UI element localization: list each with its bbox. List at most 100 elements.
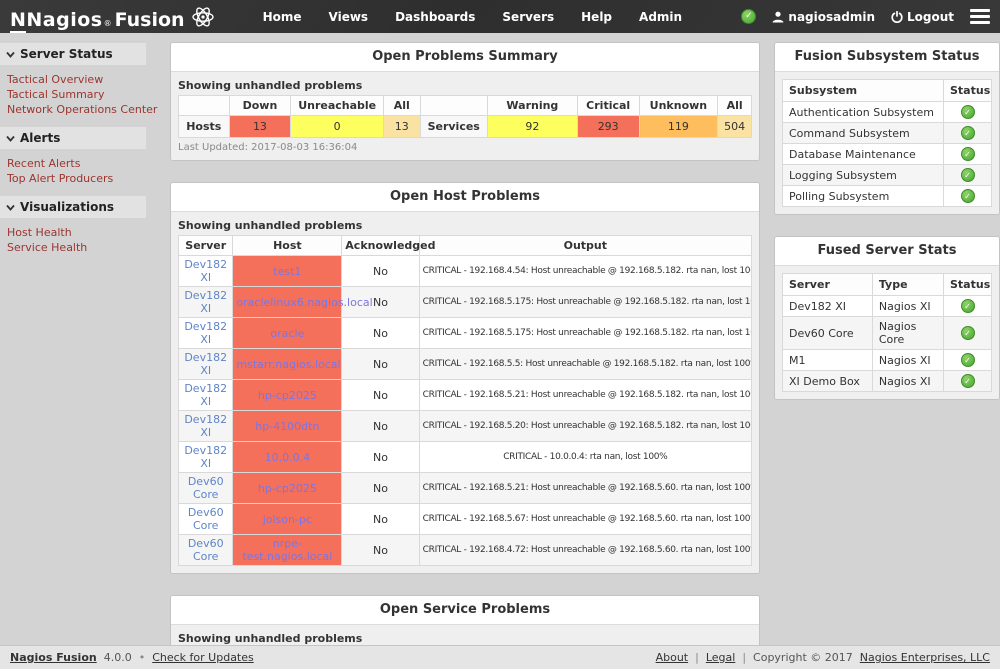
- server-link[interactable]: Dev182 XI: [184, 320, 227, 346]
- col-server: Server: [179, 236, 233, 256]
- server-stats-table: Server Type Status Dev182 XI Nagios XI ✓…: [782, 273, 992, 392]
- host-link[interactable]: oracle: [270, 327, 304, 340]
- logout-label: Logout: [907, 10, 954, 24]
- check-for-updates-link[interactable]: Check for Updates: [152, 651, 254, 664]
- panel-title: Open Host Problems: [171, 183, 759, 211]
- ack-value: No: [342, 380, 419, 411]
- sidebar-section-alerts[interactable]: Alerts: [0, 127, 146, 149]
- main-content: Open Problems Summary Showing unhandled …: [170, 33, 760, 669]
- col-output: Output: [419, 236, 751, 256]
- output-text: CRITICAL - 192.168.5.67: Host unreachabl…: [419, 504, 751, 535]
- server-link[interactable]: Dev182 XI: [184, 289, 227, 315]
- output-text: CRITICAL - 192.168.4.72: Host unreachabl…: [419, 535, 751, 566]
- power-icon: [891, 11, 903, 23]
- sidebar-section-visualizations[interactable]: Visualizations: [0, 196, 146, 218]
- legal-link[interactable]: Legal: [706, 651, 735, 664]
- output-text: CRITICAL - 192.168.5.21: Host unreachabl…: [419, 380, 751, 411]
- panel-title: Fusion Subsystem Status: [775, 43, 999, 71]
- server-link[interactable]: Dev182 XI: [184, 351, 227, 377]
- hosts-all-count[interactable]: 13: [384, 116, 421, 138]
- table-row: Database Maintenance ✓: [783, 144, 992, 165]
- user-menu[interactable]: nagiosadmin: [772, 10, 875, 24]
- table-row: Dev60 Core hp-cp2025 No CRITICAL - 192.1…: [179, 473, 752, 504]
- col-acknowledged: Acknowledged: [342, 236, 419, 256]
- nav-item-admin[interactable]: Admin: [639, 10, 682, 24]
- server-type: Nagios XI: [872, 350, 943, 371]
- about-link[interactable]: About: [656, 651, 689, 664]
- host-link[interactable]: hp-cp2025: [258, 482, 317, 495]
- subsystem-name: Command Subsystem: [783, 123, 944, 144]
- host-link[interactable]: mstarr.nagios.local: [236, 358, 340, 371]
- server-type: Nagios XI: [872, 296, 943, 317]
- col-services-all: All: [718, 96, 752, 116]
- user-icon: [772, 11, 784, 23]
- table-row: Dev60 Core nrpe-test.nagios.local No CRI…: [179, 535, 752, 566]
- output-text: CRITICAL - 192.168.4.54: Host unreachabl…: [419, 256, 751, 287]
- table-row: Authentication Subsystem ✓: [783, 102, 992, 123]
- services-warning-count[interactable]: 92: [487, 116, 577, 138]
- services-unknown-count[interactable]: 119: [639, 116, 718, 138]
- col-down: Down: [229, 96, 291, 116]
- sidebar-item-tactical-overview[interactable]: Tactical Overview: [7, 72, 170, 87]
- sidebar-item-network-operations-center[interactable]: Network Operations Center: [7, 102, 170, 117]
- hosts-label: Hosts: [179, 116, 230, 138]
- status-ok-icon: ✓: [961, 326, 975, 340]
- host-link[interactable]: jolson-pc: [263, 513, 312, 526]
- subsystem-name: Authentication Subsystem: [783, 102, 944, 123]
- host-link[interactable]: nrpe-test.nagios.local: [242, 537, 332, 563]
- server-link[interactable]: Dev182 XI: [184, 444, 227, 470]
- col-hosts-all: All: [384, 96, 421, 116]
- logout-button[interactable]: Logout: [891, 10, 954, 24]
- subsystem-name: Logging Subsystem: [783, 165, 944, 186]
- server-link[interactable]: Dev182 XI: [184, 382, 227, 408]
- open-host-problems-panel: Open Host Problems Showing unhandled pro…: [170, 182, 760, 574]
- server-link[interactable]: Dev182 XI: [184, 413, 227, 439]
- nav-item-servers[interactable]: Servers: [502, 10, 554, 24]
- nav-item-views[interactable]: Views: [329, 10, 369, 24]
- top-navbar: NNagios ® Fusion Home Views Dashboards S…: [0, 0, 1000, 33]
- sidebar-item-tactical-summary[interactable]: Tactical Summary: [7, 87, 170, 102]
- nav-item-help[interactable]: Help: [581, 10, 612, 24]
- col-warning: Warning: [487, 96, 577, 116]
- sidebar-item-recent-alerts[interactable]: Recent Alerts: [7, 156, 170, 171]
- host-link[interactable]: hp-cp2025: [258, 389, 317, 402]
- services-critical-count[interactable]: 293: [577, 116, 639, 138]
- table-row: Dev182 XI hp-4100dtn No CRITICAL - 192.1…: [179, 411, 752, 442]
- sidebar-item-host-health[interactable]: Host Health: [7, 225, 170, 240]
- system-ok-icon[interactable]: ✓: [741, 9, 756, 24]
- server-link[interactable]: Dev60 Core: [188, 537, 224, 563]
- server-link[interactable]: Dev182 XI: [184, 258, 227, 284]
- footer-product-link[interactable]: Nagios Fusion: [10, 651, 97, 664]
- last-updated-text: Last Updated: 2017-08-03 16:36:04: [178, 142, 752, 153]
- server-link[interactable]: Dev60 Core: [188, 475, 224, 501]
- server-link[interactable]: Dev60 Core: [188, 506, 224, 532]
- nav-item-home[interactable]: Home: [263, 10, 302, 24]
- status-ok-icon: ✓: [961, 126, 975, 140]
- server-name: XI Demo Box: [783, 371, 873, 392]
- sidebar-item-top-alert-producers[interactable]: Top Alert Producers: [7, 171, 170, 186]
- main-menu: Home Views Dashboards Servers Help Admin: [263, 10, 683, 24]
- app-logo[interactable]: NNagios ® Fusion: [10, 2, 215, 31]
- ack-value: No: [342, 535, 419, 566]
- services-all-count[interactable]: 504: [718, 116, 752, 138]
- host-link[interactable]: oraclelinux6.nagios.local: [236, 296, 372, 309]
- sidebar-section-server-status[interactable]: Server Status: [0, 43, 146, 65]
- company-link[interactable]: Nagios Enterprises, LLC: [860, 651, 990, 664]
- nav-item-dashboards[interactable]: Dashboards: [395, 10, 475, 24]
- hamburger-menu-icon[interactable]: [970, 4, 990, 29]
- col-type: Type: [872, 274, 943, 296]
- hosts-down-count[interactable]: 13: [229, 116, 291, 138]
- table-row: Dev182 XI oracle No CRITICAL - 192.168.5…: [179, 318, 752, 349]
- table-row: Dev182 XI mstarr.nagios.local No CRITICA…: [179, 349, 752, 380]
- services-label: Services: [420, 116, 487, 138]
- sidebar-item-service-health[interactable]: Service Health: [7, 240, 170, 255]
- table-row: XI Demo Box Nagios XI ✓: [783, 371, 992, 392]
- output-text: CRITICAL - 192.168.5.21: Host unreachabl…: [419, 473, 751, 504]
- host-link[interactable]: hp-4100dtn: [255, 420, 319, 433]
- host-link[interactable]: 10.0.0.4: [265, 451, 310, 464]
- host-link[interactable]: test1: [273, 265, 301, 278]
- output-text: CRITICAL - 192.168.5.175: Host unreachab…: [419, 287, 751, 318]
- hosts-unreachable-count[interactable]: 0: [291, 116, 384, 138]
- ack-value: No: [342, 318, 419, 349]
- subsystem-name: Polling Subsystem: [783, 186, 944, 207]
